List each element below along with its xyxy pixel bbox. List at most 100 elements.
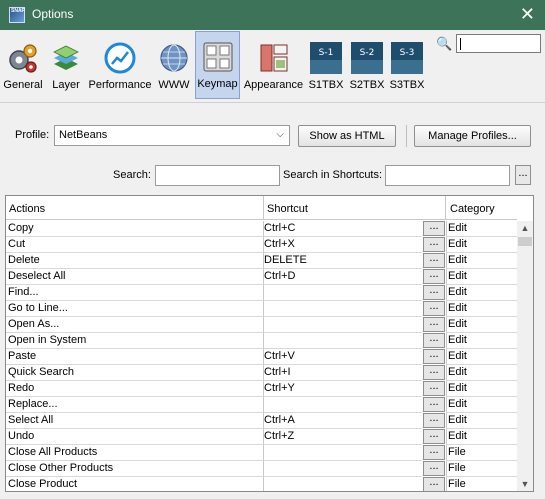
- shortcut-cell[interactable]: [264, 477, 421, 491]
- edit-shortcut-button[interactable]: ...: [423, 477, 445, 491]
- shortcut-cell[interactable]: [264, 461, 421, 477]
- table-row[interactable]: Redo Ctrl+Y... Edit: [6, 381, 517, 397]
- search-shortcuts-label: Search in Shortcuts:: [283, 169, 383, 181]
- shortcut-cell[interactable]: Ctrl+D: [264, 269, 421, 285]
- table-row[interactable]: Open in System... Edit: [6, 333, 517, 349]
- scroll-down-icon[interactable]: ▼: [517, 477, 533, 491]
- edit-shortcut-button[interactable]: ...: [423, 237, 445, 252]
- action-cell[interactable]: Copy: [6, 221, 264, 237]
- action-cell[interactable]: Replace...: [6, 397, 264, 413]
- table-row[interactable]: Select All Ctrl+A... Edit: [6, 413, 517, 429]
- category-general[interactable]: General: [2, 32, 44, 97]
- table-row[interactable]: Quick Search Ctrl+I... Edit: [6, 365, 517, 381]
- action-cell[interactable]: Cut: [6, 237, 264, 253]
- edit-shortcut-button[interactable]: ...: [423, 253, 445, 268]
- edit-shortcut-button[interactable]: ...: [423, 285, 445, 300]
- shortcut-cell[interactable]: Ctrl+Y: [264, 381, 421, 397]
- shortcut-cell[interactable]: Ctrl+X: [264, 237, 421, 253]
- shortcut-cell[interactable]: [264, 317, 421, 333]
- profile-select[interactable]: NetBeans ⌵: [54, 125, 290, 146]
- search-shortcuts-input[interactable]: [385, 165, 510, 186]
- edit-shortcut-button[interactable]: ...: [423, 461, 445, 476]
- shortcut-cell[interactable]: [264, 397, 421, 413]
- table-row[interactable]: Close Product... File: [6, 477, 517, 491]
- window-title: Options: [32, 7, 74, 21]
- shortcut-cell[interactable]: [264, 333, 421, 349]
- column-header-actions[interactable]: Actions: [6, 196, 264, 220]
- shortcut-cell[interactable]: Ctrl+V: [264, 349, 421, 365]
- category-performance[interactable]: Performance: [87, 32, 153, 97]
- action-cell[interactable]: Redo: [6, 381, 264, 397]
- s2-badge: S-2: [360, 48, 375, 58]
- table-row[interactable]: Copy Ctrl+C... Edit: [6, 221, 517, 237]
- shortcut-cell[interactable]: Ctrl+C: [264, 221, 421, 237]
- table-row[interactable]: Deselect All Ctrl+D... Edit: [6, 269, 517, 285]
- category-s3tbx[interactable]: S-3 S3TBX: [388, 32, 426, 97]
- table-row[interactable]: Replace...... Edit: [6, 397, 517, 413]
- category-keymap[interactable]: Keymap: [195, 31, 240, 99]
- category-s2tbx[interactable]: S-2 S2TBX: [348, 32, 386, 97]
- action-cell[interactable]: Close Product: [6, 477, 264, 491]
- action-cell[interactable]: Delete: [6, 253, 264, 269]
- edit-shortcut-button[interactable]: ...: [423, 445, 445, 460]
- table-row[interactable]: Close All Products... File: [6, 445, 517, 461]
- table-row[interactable]: Cut Ctrl+X... Edit: [6, 237, 517, 253]
- scroll-up-icon[interactable]: ▲: [517, 221, 533, 235]
- table-row[interactable]: Find...... Edit: [6, 285, 517, 301]
- category-cell: File: [446, 445, 517, 461]
- category-cell: Edit: [446, 381, 517, 397]
- action-cell[interactable]: Find...: [6, 285, 264, 301]
- category-layer[interactable]: Layer: [47, 32, 85, 97]
- edit-shortcut-button[interactable]: ...: [423, 429, 445, 444]
- shortcut-cell[interactable]: [264, 445, 421, 461]
- shortcut-cell[interactable]: Ctrl+A: [264, 413, 421, 429]
- action-cell[interactable]: Deselect All: [6, 269, 264, 285]
- appearance-icon: [258, 42, 290, 74]
- action-cell[interactable]: Undo: [6, 429, 264, 445]
- column-header-category[interactable]: Category: [446, 196, 517, 220]
- shortcut-cell[interactable]: Ctrl+Z: [264, 429, 421, 445]
- action-cell[interactable]: Close All Products: [6, 445, 264, 461]
- edit-shortcut-button[interactable]: ...: [423, 397, 445, 412]
- edit-shortcut-button[interactable]: ...: [423, 365, 445, 380]
- table-row[interactable]: Go to Line...... Edit: [6, 301, 517, 317]
- action-cell[interactable]: Close Other Products: [6, 461, 264, 477]
- manage-profiles-button[interactable]: Manage Profiles...: [414, 125, 531, 147]
- table-row[interactable]: Close Other Products... File: [6, 461, 517, 477]
- options-search-input[interactable]: [456, 34, 541, 53]
- category-www[interactable]: WWW: [156, 32, 192, 97]
- close-icon[interactable]: ✕: [520, 4, 535, 24]
- table-row[interactable]: Undo Ctrl+Z... Edit: [6, 429, 517, 445]
- shortcut-capture-button[interactable]: ...: [515, 165, 531, 185]
- action-cell[interactable]: Select All: [6, 413, 264, 429]
- edit-shortcut-button[interactable]: ...: [423, 413, 445, 428]
- action-cell[interactable]: Go to Line...: [6, 301, 264, 317]
- action-cell[interactable]: Quick Search: [6, 365, 264, 381]
- show-as-html-button[interactable]: Show as HTML: [298, 125, 396, 147]
- column-header-shortcut[interactable]: Shortcut: [264, 196, 446, 220]
- edit-shortcut-button[interactable]: ...: [423, 301, 445, 316]
- action-cell[interactable]: Open in System: [6, 333, 264, 349]
- s1-icon: S-1: [310, 42, 342, 74]
- table-row[interactable]: Paste Ctrl+V... Edit: [6, 349, 517, 365]
- category-s1tbx[interactable]: S-1 S1TBX: [308, 32, 344, 97]
- vertical-scrollbar[interactable]: ▲ ▼: [517, 221, 533, 491]
- edit-shortcut-button[interactable]: ...: [423, 317, 445, 332]
- gauge-icon: [104, 42, 136, 74]
- search-input[interactable]: [155, 165, 280, 186]
- edit-shortcut-button[interactable]: ...: [423, 221, 445, 236]
- shortcut-cell[interactable]: Ctrl+I: [264, 365, 421, 381]
- edit-shortcut-button[interactable]: ...: [423, 333, 445, 348]
- edit-shortcut-button[interactable]: ...: [423, 381, 445, 396]
- scrollbar-thumb[interactable]: [518, 237, 532, 246]
- action-cell[interactable]: Paste: [6, 349, 264, 365]
- edit-shortcut-button[interactable]: ...: [423, 349, 445, 364]
- table-row[interactable]: Delete DELETE... Edit: [6, 253, 517, 269]
- shortcut-cell[interactable]: [264, 301, 421, 317]
- table-row[interactable]: Open As...... Edit: [6, 317, 517, 333]
- edit-shortcut-button[interactable]: ...: [423, 269, 445, 284]
- shortcut-cell[interactable]: DELETE: [264, 253, 421, 269]
- action-cell[interactable]: Open As...: [6, 317, 264, 333]
- shortcut-cell[interactable]: [264, 285, 421, 301]
- category-appearance[interactable]: Appearance: [242, 32, 305, 97]
